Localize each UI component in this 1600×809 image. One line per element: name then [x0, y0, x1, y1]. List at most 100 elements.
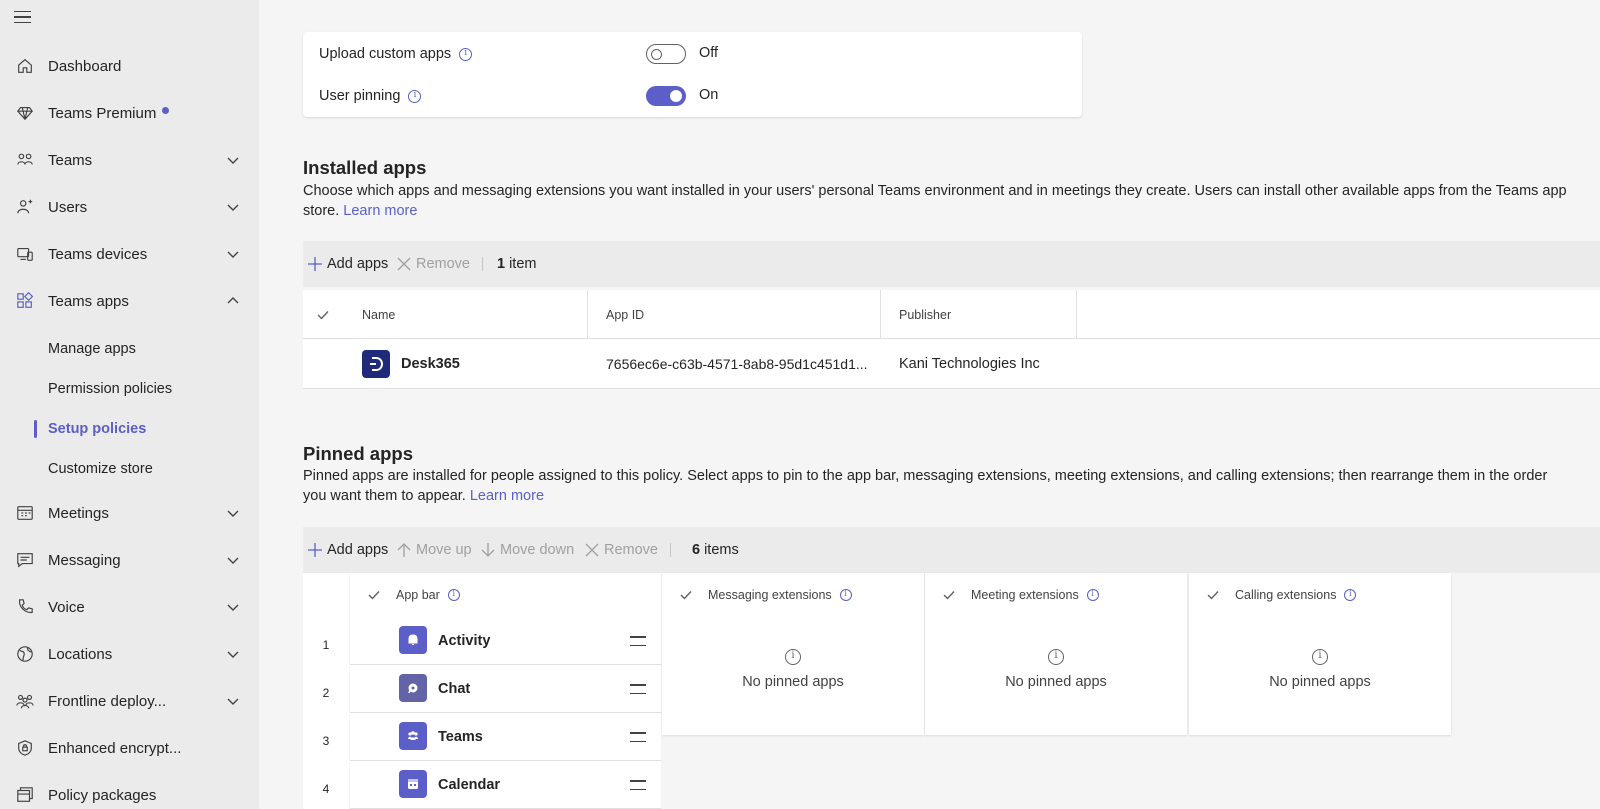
order-number: 1: [322, 638, 330, 652]
meeting-extensions-header[interactable]: Meeting extensions: [925, 573, 1099, 617]
sidebar-item-teams-premium[interactable]: Teams Premium: [0, 93, 259, 133]
remove-button[interactable]: Remove: [396, 241, 470, 287]
drag-handle-icon[interactable]: [630, 636, 646, 646]
chat-bubble-icon: [399, 674, 427, 702]
sidebar-item-teams[interactable]: Teams: [0, 140, 259, 180]
sidebar-item-enhanced-encrypt[interactable]: Enhanced encrypt...: [0, 728, 259, 768]
sidebar-item-teams-apps[interactable]: Teams apps: [0, 281, 259, 321]
chevron-up-icon: [225, 293, 241, 309]
sidebar-item-label: Teams: [48, 151, 93, 169]
sidebar-item-frontline-deploy[interactable]: Frontline deploy...: [0, 681, 259, 721]
info-icon[interactable]: [1344, 589, 1357, 601]
people-team-icon: [15, 150, 35, 170]
button-label: Add apps: [327, 256, 389, 272]
check-icon: [368, 591, 380, 600]
button-label: Add apps: [327, 542, 389, 558]
sidebar-item-voice[interactable]: Voice: [0, 587, 259, 627]
sidebar-subitem-label: Manage apps: [48, 341, 136, 357]
empty-state-text: No pinned apps: [742, 674, 844, 690]
button-label: Remove: [604, 542, 658, 558]
plus-icon: [308, 257, 322, 271]
learn-more-link[interactable]: Learn more: [343, 203, 417, 219]
info-icon[interactable]: [408, 89, 422, 103]
table-row[interactable]: Desk365 7656ec6e-c63b-4571-8ab8-95d1c451…: [303, 339, 1600, 389]
home-icon: [15, 56, 35, 76]
sidebar-item-meetings[interactable]: Meetings: [0, 493, 259, 533]
desk365-logo-icon: [362, 350, 390, 378]
info-icon[interactable]: [447, 589, 460, 601]
item-count: 1 item: [497, 241, 536, 287]
shield-lock-icon: [15, 738, 35, 758]
sidebar-subitem-permission-policies[interactable]: Permission policies: [0, 371, 259, 407]
count-number: 6: [692, 542, 701, 558]
column-header-name[interactable]: Name: [362, 290, 395, 339]
drag-handle-icon[interactable]: [630, 684, 646, 694]
toolbar-divider: [482, 257, 483, 271]
info-circle-icon: [1048, 649, 1064, 665]
sidebar-subitem-label: Permission policies: [48, 381, 173, 397]
select-all-checkbox[interactable]: [317, 290, 329, 339]
learn-more-link[interactable]: Learn more: [470, 488, 544, 504]
sidebar-subitem-setup-policies[interactable]: Setup policies: [0, 411, 259, 447]
pinned-app-row[interactable]: Teams: [350, 713, 661, 761]
info-icon[interactable]: [1086, 589, 1099, 601]
column-header-app-id[interactable]: App ID: [606, 290, 644, 339]
chevron-down-icon: [225, 199, 241, 215]
app-bar-header[interactable]: App bar: [350, 573, 460, 617]
add-apps-button[interactable]: Add apps: [307, 527, 388, 573]
drag-handle-icon[interactable]: [630, 780, 646, 790]
sidebar-item-label: Locations: [48, 645, 113, 663]
sidebar-subitem-manage-apps[interactable]: Manage apps: [0, 331, 259, 367]
sidebar-item-label-text: Teams Premium: [48, 104, 157, 122]
pinned-app-row[interactable]: Activity: [350, 617, 661, 665]
hamburger-menu-icon[interactable]: [14, 8, 34, 26]
column-header-publisher[interactable]: Publisher: [899, 290, 951, 339]
pinned-app-name: Activity: [438, 633, 491, 649]
calling-extensions-header[interactable]: Calling extensions: [1189, 573, 1357, 617]
chevron-down-icon: [225, 552, 241, 568]
info-icon[interactable]: [839, 589, 852, 601]
count-label: item: [509, 256, 537, 272]
button-label: Remove: [416, 256, 470, 272]
sidebar-item-policy-packages[interactable]: Policy packages: [0, 775, 259, 809]
toolbar-divider: [670, 543, 671, 557]
empty-state-text: No pinned apps: [1005, 674, 1107, 690]
pinned-app-row[interactable]: Chat: [350, 665, 661, 713]
messaging-extensions-header[interactable]: Messaging extensions: [662, 573, 852, 617]
setting-user-pinning: User pinning: [319, 86, 422, 106]
sidebar-item-dashboard[interactable]: Dashboard: [0, 46, 259, 86]
info-icon[interactable]: [459, 47, 473, 61]
order-number: 3: [322, 734, 330, 748]
move-up-button[interactable]: Move up: [396, 527, 472, 573]
pinned-app-name: Teams: [438, 729, 483, 745]
upload-custom-apps-toggle[interactable]: [646, 44, 686, 64]
toggle-state-text: Off: [699, 45, 719, 61]
globe-icon: [15, 644, 35, 664]
apps-icon: [15, 291, 35, 311]
remove-button[interactable]: Remove: [584, 527, 658, 573]
app-name[interactable]: Desk365: [401, 339, 460, 389]
settings-card: Upload custom apps Off User pinning On: [303, 32, 1082, 117]
empty-state-text: No pinned apps: [1269, 674, 1371, 690]
sidebar-item-teams-devices[interactable]: Teams devices: [0, 234, 259, 274]
move-down-button[interactable]: Move down: [480, 527, 574, 573]
sidebar-item-messaging[interactable]: Messaging: [0, 540, 259, 580]
installed-apps-table: Name App ID Publisher Desk365 7656ec6e-c…: [303, 290, 1600, 389]
user-pinning-toggle[interactable]: [646, 86, 686, 106]
add-apps-button[interactable]: Add apps: [307, 241, 388, 287]
main-content: Upload custom apps Off User pinning On I…: [259, 0, 1600, 809]
column-header-label: Meeting extensions: [971, 588, 1079, 602]
empty-state: No pinned apps: [1189, 649, 1451, 690]
sidebar-subitem-customize-store[interactable]: Customize store: [0, 451, 259, 487]
sidebar-item-users[interactable]: Users: [0, 187, 259, 227]
chevron-down-icon: [225, 505, 241, 521]
toggle-state-text: On: [699, 87, 719, 103]
pinned-app-row[interactable]: Calendar: [350, 761, 661, 809]
sidebar-item-locations[interactable]: Locations: [0, 634, 259, 674]
setting-upload-custom-apps: Upload custom apps: [319, 44, 473, 64]
drag-handle-icon[interactable]: [630, 732, 646, 742]
check-icon: [680, 591, 692, 600]
sidebar-subitem-label: Setup policies: [48, 421, 147, 437]
chevron-down-icon: [225, 693, 241, 709]
installed-apps-title: Installed apps: [303, 157, 427, 178]
